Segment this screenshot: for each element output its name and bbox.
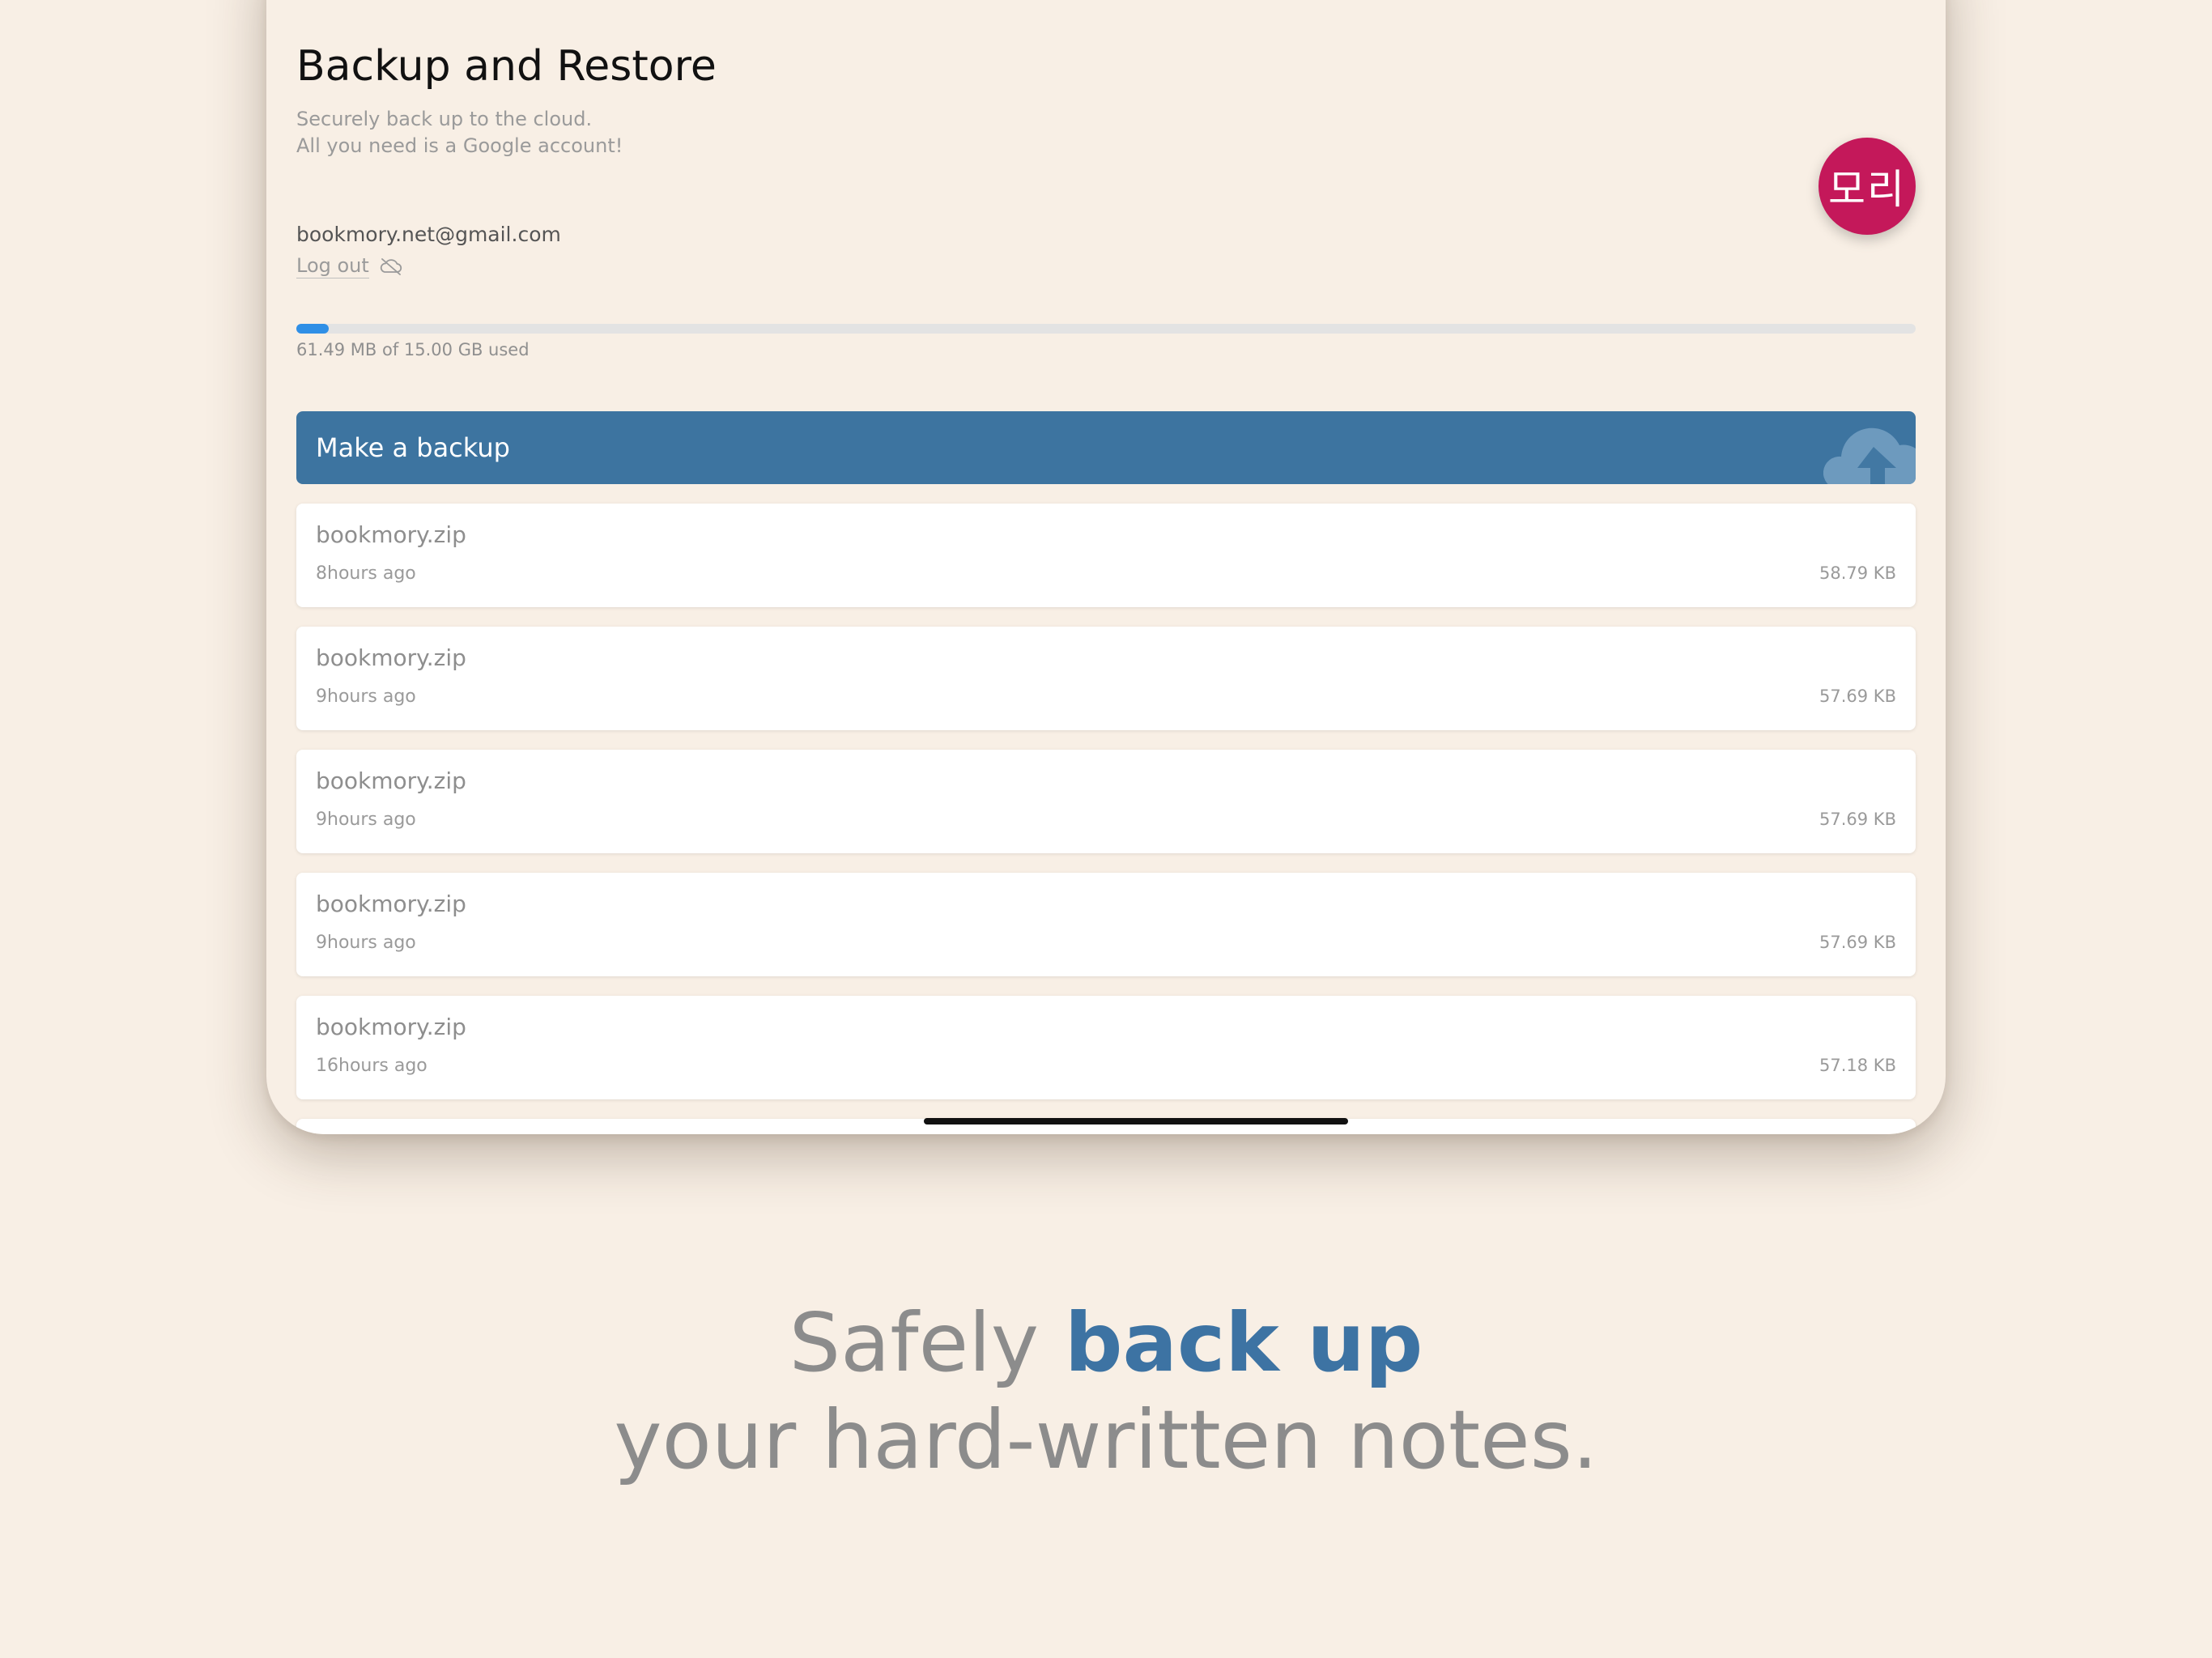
logout-link[interactable]: Log out [296,253,403,278]
storage-usage-text: 61.49 MB of 15.00 GB used [296,340,530,359]
caption-prefix: Safely [789,1295,1065,1390]
backup-file-name: bookmory.zip [316,891,466,917]
account-email: bookmory.net@gmail.com [296,223,561,246]
backup-file-size: 57.69 KB [1819,810,1896,829]
backup-list-item[interactable]: bookmory.zip 16hours ago 57.18 KB [296,996,1916,1099]
backup-file-name: bookmory.zip [316,1014,466,1040]
backup-file-size: 57.18 KB [1819,1056,1896,1075]
backup-time: 16hours ago [316,1056,428,1076]
backup-list-item[interactable]: bookmory.zip 9hours ago 57.69 KB [296,873,1916,976]
cloud-upload-icon [1823,413,1916,484]
avatar[interactable]: 모리 [1819,138,1916,235]
caption-accent: back up [1064,1295,1423,1390]
logout-label[interactable]: Log out [296,253,369,278]
backup-time: 8hours ago [316,563,416,584]
backup-list-item[interactable]: bookmory.zip 9hours ago 57.69 KB [296,627,1916,730]
backup-file-name: bookmory.zip [316,767,466,794]
cloud-off-icon [379,257,403,275]
backup-file-name: bookmory.zip [316,644,466,671]
home-indicator [924,1118,1348,1124]
backup-list-item[interactable]: bookmory.zip 8hours ago 58.79 KB [296,504,1916,607]
backup-file-size: 57.69 KB [1819,933,1896,952]
caption-line-1: Safely back up [0,1295,2212,1390]
backup-list-item[interactable]: bookmory.zip 9hours ago 57.69 KB [296,750,1916,853]
backup-time: 9hours ago [316,687,416,707]
caption-line-2: your hard-written notes. [614,1392,1598,1487]
backup-time: 9hours ago [316,933,416,953]
subtitle-line-2: All you need is a Google account! [296,134,623,157]
subtitle-line-1: Securely back up to the cloud. [296,108,593,130]
backup-file-size: 57.69 KB [1819,687,1896,706]
backup-file-size: 58.79 KB [1819,563,1896,583]
backup-time: 9hours ago [316,810,416,830]
make-backup-button[interactable]: Make a backup [296,411,1916,484]
storage-usage-bar [296,324,1916,334]
storage-usage-fill [296,324,329,334]
make-backup-label: Make a backup [316,432,510,463]
tablet-frame: Backup and Restore Securely back up to t… [266,0,1946,1134]
backup-file-name: bookmory.zip [316,521,466,548]
page-title: Backup and Restore [296,42,717,91]
